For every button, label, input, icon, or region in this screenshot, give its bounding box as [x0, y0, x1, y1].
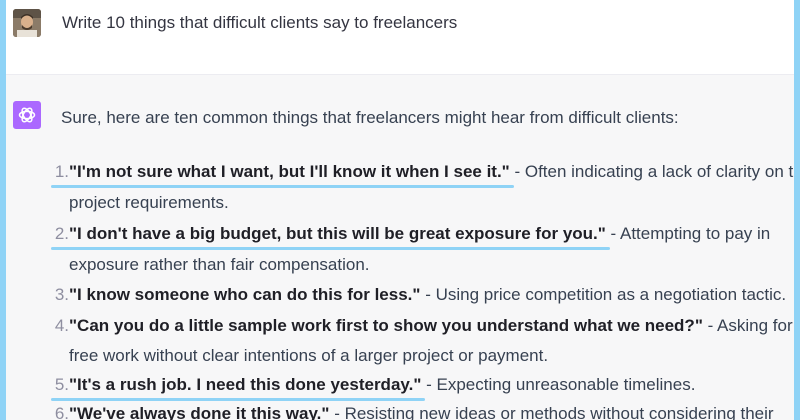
- list-item-description: - Asking for: [702, 316, 793, 335]
- assistant-message: Sure, here are ten common things that fr…: [6, 75, 794, 420]
- openai-logo-icon: [13, 101, 41, 129]
- list-item-quote: "It's a rush job. I need this done yeste…: [69, 375, 422, 394]
- list-item-description: - Attempting to pay in: [605, 224, 771, 243]
- list-number: 6.: [54, 404, 69, 420]
- list-item: "I don't have a big budget, but this wil…: [69, 224, 770, 244]
- list-number: 3.: [54, 285, 69, 304]
- chat-window: Write 10 things that difficult clients s…: [6, 0, 794, 420]
- list-item: "It's a rush job. I need this done yeste…: [69, 375, 695, 395]
- list-item-description: - Expecting unreasonable timelines.: [421, 375, 696, 394]
- user-message: Write 10 things that difficult clients s…: [6, 0, 794, 75]
- list-item-description: - Often indicating a lack of clarity on …: [509, 162, 794, 181]
- list-item-quote: "I don't have a big budget, but this wil…: [69, 224, 606, 243]
- list-item: "I know someone who can do this for less…: [69, 285, 786, 305]
- list-item-continuation: free work without clear intentions of a …: [69, 346, 549, 365]
- assistant-intro-text: Sure, here are ten common things that fr…: [61, 108, 679, 127]
- list-number: 5.: [54, 375, 69, 394]
- list-item-continuation: project requirements.: [69, 193, 229, 212]
- user-prompt-text: Write 10 things that difficult clients s…: [62, 13, 458, 32]
- list-item-continuation: exposure rather than fair compensation.: [69, 255, 370, 274]
- list-number: 1.: [54, 162, 69, 181]
- user-avatar: [13, 9, 41, 37]
- list-item-description: - Resisting new ideas or methods without…: [329, 404, 774, 420]
- list-number: 4.: [54, 316, 69, 335]
- list-item-quote: "I know someone who can do this for less…: [69, 285, 421, 304]
- list-item: "I'm not sure what I want, but I'll know…: [69, 162, 794, 182]
- list-number: 2.: [54, 224, 69, 243]
- list-item-quote: "I'm not sure what I want, but I'll know…: [69, 162, 510, 181]
- list-item-quote: "Can you do a little sample work first t…: [69, 316, 703, 335]
- list-item-description: - Using price competition as a negotiati…: [420, 285, 787, 304]
- list-item-quote: "We've always done it this way.": [69, 404, 329, 420]
- list-item: "We've always done it this way." - Resis…: [69, 404, 774, 420]
- list-item: "Can you do a little sample work first t…: [69, 316, 793, 336]
